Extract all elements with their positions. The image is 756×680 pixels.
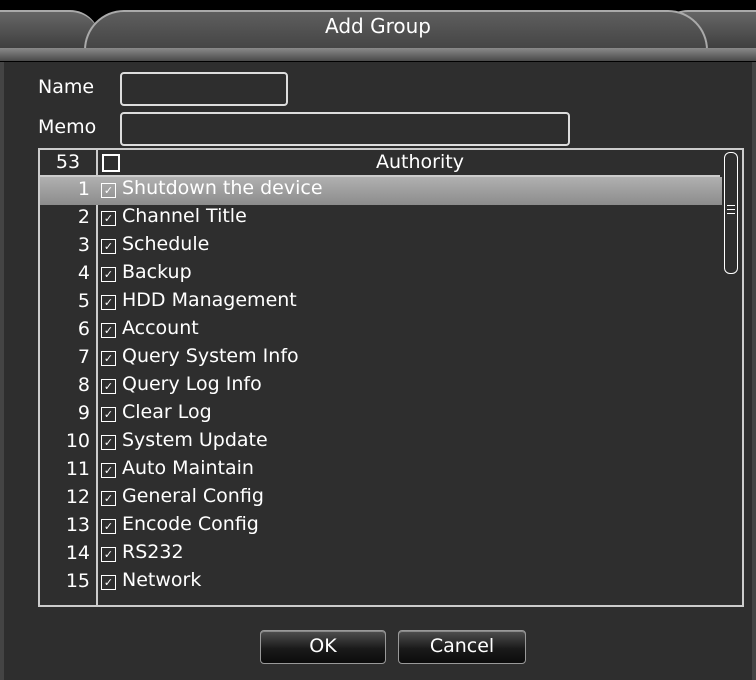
- scrollbar-grip-line: [727, 213, 735, 214]
- ok-button[interactable]: OK: [260, 630, 386, 664]
- memo-input[interactable]: [120, 112, 570, 146]
- list-item[interactable]: 8 ✓ Query Log Info: [40, 373, 722, 401]
- row-label: HDD Management: [122, 289, 297, 311]
- row-label: Query System Info: [122, 345, 299, 367]
- list-item[interactable]: 13 ✓ Encode Config: [40, 513, 722, 541]
- list-item[interactable]: 15 ✓ Network: [40, 569, 722, 597]
- row-number: 6: [77, 318, 90, 340]
- list-item[interactable]: 4 ✓ Backup: [40, 261, 722, 289]
- row-checkbox[interactable]: ✓: [101, 351, 116, 366]
- row-number: 3: [77, 234, 90, 256]
- row-label: System Update: [122, 429, 268, 451]
- list-item[interactable]: 9 ✓ Clear Log: [40, 401, 722, 429]
- row-number: 13: [65, 514, 90, 536]
- row-checkbox[interactable]: ✓: [101, 575, 116, 590]
- row-label: Account: [122, 317, 199, 339]
- row-checkbox[interactable]: ✓: [101, 463, 116, 478]
- title-underline: [0, 48, 756, 61]
- row-checkbox[interactable]: ✓: [101, 183, 116, 198]
- row-checkbox[interactable]: ✓: [101, 435, 116, 450]
- row-label: General Config: [122, 485, 264, 507]
- row-number: 15: [65, 570, 90, 592]
- list-item[interactable]: 5 ✓ HDD Management: [40, 289, 722, 317]
- select-all-checkbox[interactable]: [102, 154, 120, 172]
- row-checkbox[interactable]: ✓: [101, 491, 116, 506]
- name-label: Name: [38, 76, 95, 98]
- row-number: 14: [65, 542, 90, 564]
- row-number: 2: [77, 206, 90, 228]
- row-number: 12: [65, 486, 90, 508]
- row-number: 1: [77, 178, 90, 200]
- row-checkbox[interactable]: ✓: [101, 239, 116, 254]
- authority-list: 53 Authority 1 ✓ Shutdown the device 2 ✓ Chan…: [38, 148, 744, 607]
- row-checkbox[interactable]: ✓: [101, 295, 116, 310]
- frame-left: [0, 62, 4, 680]
- row-number: 10: [65, 430, 90, 452]
- row-number: 9: [77, 402, 90, 424]
- authority-count: 53: [55, 151, 81, 173]
- row-checkbox[interactable]: ✓: [101, 323, 116, 338]
- row-label: Schedule: [122, 233, 210, 255]
- row-label: Query Log Info: [122, 373, 262, 395]
- row-checkbox[interactable]: ✓: [101, 547, 116, 562]
- scrollbar-grip-line: [727, 205, 735, 206]
- list-item[interactable]: 1 ✓ Shutdown the device: [40, 177, 722, 205]
- scrollbar-grip-line: [727, 209, 735, 210]
- row-checkbox[interactable]: ✓: [101, 379, 116, 394]
- add-group-dialog: Add Group Name Memo 53 Authority 1 ✓ Shutd…: [0, 0, 756, 680]
- row-label: RS232: [122, 541, 184, 563]
- list-item[interactable]: 12 ✓ General Config: [40, 485, 722, 513]
- row-label: Shutdown the device: [122, 177, 323, 199]
- row-checkbox[interactable]: ✓: [101, 267, 116, 282]
- row-number: 7: [77, 346, 90, 368]
- row-label: Backup: [122, 261, 192, 283]
- row-number: 5: [77, 290, 90, 312]
- list-item[interactable]: 3 ✓ Schedule: [40, 233, 722, 261]
- list-item[interactable]: 6 ✓ Account: [40, 317, 722, 345]
- list-item[interactable]: 11 ✓ Auto Maintain: [40, 457, 722, 485]
- list-item[interactable]: 7 ✓ Query System Info: [40, 345, 722, 373]
- row-label: Channel Title: [122, 205, 247, 227]
- row-number: 8: [77, 374, 90, 396]
- row-checkbox[interactable]: ✓: [101, 211, 116, 226]
- title-bar: Add Group: [0, 0, 756, 62]
- row-number: 4: [77, 262, 90, 284]
- window-title: Add Group: [325, 14, 431, 38]
- row-label: Network: [122, 569, 202, 591]
- frame-right: [752, 62, 756, 680]
- row-checkbox[interactable]: ✓: [101, 519, 116, 534]
- list-item[interactable]: 14 ✓ RS232: [40, 541, 722, 569]
- row-label: Clear Log: [122, 401, 212, 423]
- list-item[interactable]: 10 ✓ System Update: [40, 429, 722, 457]
- authority-column-header: Authority: [376, 151, 464, 173]
- row-label: Encode Config: [122, 513, 259, 535]
- row-number: 11: [65, 458, 90, 480]
- cancel-button[interactable]: Cancel: [398, 630, 526, 664]
- authority-list-header: 53 Authority: [40, 150, 720, 177]
- row-label: Auto Maintain: [122, 457, 254, 479]
- memo-label: Memo: [38, 116, 97, 138]
- name-input[interactable]: [120, 72, 288, 106]
- row-checkbox[interactable]: ✓: [101, 407, 116, 422]
- scrollbar-thumb[interactable]: [724, 152, 738, 274]
- list-item[interactable]: 2 ✓ Channel Title: [40, 205, 722, 233]
- list-scrollbar[interactable]: [722, 150, 740, 605]
